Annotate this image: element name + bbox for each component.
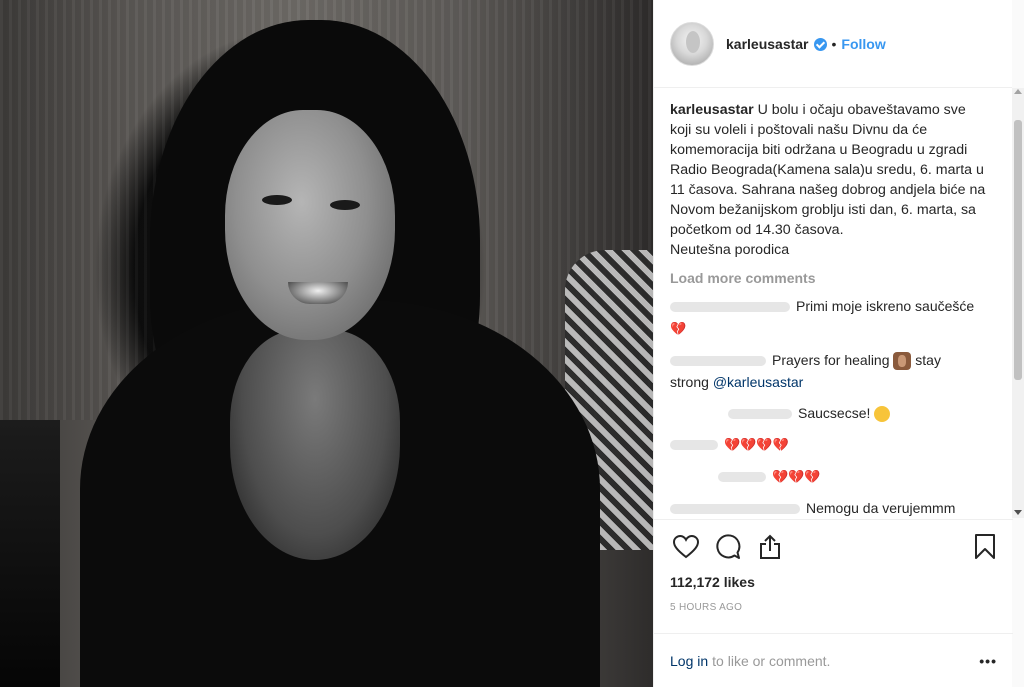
caption-username[interactable]: karleusastar xyxy=(670,102,754,118)
comments-scrollbar[interactable] xyxy=(1012,88,1024,518)
action-icons-row xyxy=(670,532,997,562)
comment-text: Nemogu da verujemmm xyxy=(806,500,956,516)
photo-neck xyxy=(230,330,400,560)
bookmark-icon xyxy=(975,534,995,559)
post-caption: karleusastar U bolu i očaju obaveštavamo… xyxy=(670,100,986,260)
likes-count[interactable]: 112,172 likes xyxy=(670,574,997,590)
photo-chair xyxy=(0,420,60,687)
comment-icon xyxy=(716,534,741,559)
comment-username-blurred[interactable] xyxy=(670,356,766,367)
share-button[interactable] xyxy=(754,531,786,563)
comment-mention-link[interactable]: @karleusastar xyxy=(713,374,803,390)
save-button[interactable] xyxy=(969,531,1001,563)
avatar[interactable] xyxy=(670,21,714,66)
comment-item: Nemogu da verujemmm xyxy=(670,497,980,518)
scroll-down-arrow-icon[interactable] xyxy=(1014,510,1022,515)
load-more-comments-button[interactable]: Load more comments xyxy=(670,270,997,286)
comment-button[interactable] xyxy=(712,531,744,563)
comment-text: Prayers for healing xyxy=(772,352,890,368)
comment-username-blurred[interactable] xyxy=(728,409,792,420)
photo-eye-right xyxy=(330,200,360,210)
comment-item: 💔💔💔💔 xyxy=(670,433,980,456)
more-options-icon[interactable]: ••• xyxy=(979,653,997,669)
share-icon xyxy=(760,534,780,559)
scrollbar-thumb[interactable] xyxy=(1014,120,1022,380)
comment-username-blurred[interactable] xyxy=(670,440,718,451)
comment-text: Saucsecse! xyxy=(798,405,871,421)
login-bar: Log in to like or comment. ••• xyxy=(654,633,1013,687)
broken-hearts-emoji: 💔💔💔💔 xyxy=(724,437,789,452)
caption-text: U bolu i očaju obaveštavamo sve koji su … xyxy=(670,102,986,258)
like-button[interactable] xyxy=(670,531,702,563)
separator-dot: • xyxy=(831,35,837,52)
post-side-panel: karleusastar • Follow karleusastar U bol… xyxy=(653,0,1013,687)
comments-section[interactable]: karleusastar U bolu i očaju obaveštavamo… xyxy=(654,88,1013,518)
comment-item: Primi moje iskreno saučešće 💔 xyxy=(670,295,980,340)
sad-face-emoji-icon xyxy=(874,406,891,423)
post-photo[interactable] xyxy=(0,0,653,687)
broken-hearts-emoji: 💔💔💔 xyxy=(772,469,821,484)
comment-item: 💔💔💔 xyxy=(670,465,980,488)
photo-face xyxy=(225,110,395,340)
header-username[interactable]: karleusastar xyxy=(726,36,809,52)
comment-text: Primi moje iskreno saučešće xyxy=(796,298,975,314)
post-actions: 112,172 likes 5 HOURS AGO xyxy=(654,519,1013,613)
verified-badge-icon xyxy=(813,38,827,51)
login-prompt-text: to like or comment. xyxy=(712,652,831,669)
praying-hands-emoji-icon xyxy=(893,352,912,371)
post-header: karleusastar • Follow xyxy=(654,0,1012,88)
login-link[interactable]: Log in xyxy=(670,653,708,669)
photo-eye-left xyxy=(262,195,292,205)
heart-icon xyxy=(673,535,699,559)
comment-username-blurred[interactable] xyxy=(718,472,766,483)
broken-heart-emoji: 💔 xyxy=(670,321,687,336)
comment-username-blurred[interactable] xyxy=(670,302,790,313)
comment-username-blurred[interactable] xyxy=(670,504,800,515)
comment-item: Saucsecse! xyxy=(670,402,980,424)
comment-item: Prayers for healing stay strong @karleus… xyxy=(670,349,980,393)
follow-button[interactable]: Follow xyxy=(841,36,885,52)
scroll-up-arrow-icon[interactable] xyxy=(1014,89,1022,94)
post-timestamp[interactable]: 5 HOURS AGO xyxy=(670,602,997,613)
